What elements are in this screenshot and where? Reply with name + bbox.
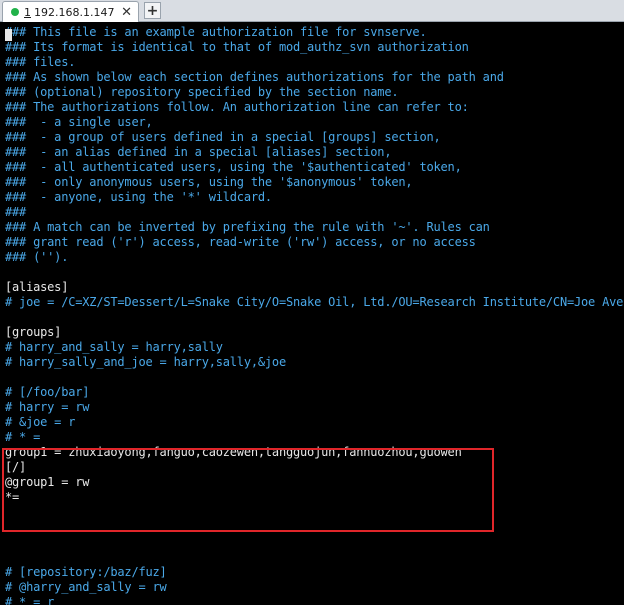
terminal-line: # &joe = r — [5, 415, 76, 429]
close-icon[interactable]: ✕ — [121, 5, 132, 20]
terminal-line: ### Its format is identical to that of m… — [5, 40, 469, 54]
terminal-line: ### A match can be inverted by prefixing… — [5, 220, 490, 234]
terminal-line: ### (''). — [5, 250, 69, 264]
tab-index: 1 — [24, 5, 31, 19]
plus-icon: + — [146, 2, 159, 19]
terminal-line: ### grant read ('r') access, read-write … — [5, 235, 476, 249]
terminal-line: # harry_and_sally = harry,sally — [5, 340, 223, 354]
terminal-line: ### files. — [5, 55, 76, 69]
terminal-line: [aliases] — [5, 280, 69, 294]
connection-status-icon — [11, 8, 19, 16]
terminal-line: ### This file is an example authorizatio… — [5, 25, 427, 39]
terminal-line: # joe = /C=XZ/ST=Dessert/L=Snake City/O=… — [5, 295, 624, 309]
ssh-client-window: 1 192.168.1.147 ✕ + ### This file is an … — [0, 0, 624, 605]
terminal-line: ### - a single user, — [5, 115, 153, 129]
tab-title: 192.168.1.147 — [34, 5, 115, 19]
file-content: ### This file is an example authorizatio… — [5, 25, 623, 605]
terminal-line: ### - anyone, using the '*' wildcard. — [5, 190, 272, 204]
terminal-line: # * = r — [5, 595, 55, 605]
terminal-line: *= — [5, 490, 20, 504]
terminal-line: # * = — [5, 430, 41, 444]
new-tab-button[interactable]: + — [144, 2, 161, 19]
terminal-line: [/] — [5, 460, 27, 474]
terminal-view[interactable]: ### This file is an example authorizatio… — [0, 22, 624, 605]
terminal-line: # [/foo/bar] — [5, 385, 90, 399]
text-cursor — [5, 29, 12, 41]
terminal-line: # @harry_and_sally = rw — [5, 580, 167, 594]
terminal-line: ### - all authenticated users, using the… — [5, 160, 462, 174]
terminal-line: @group1 = rw — [5, 475, 90, 489]
terminal-line: group1 = zhuxiaoyong,fanguo,caozewen,tan… — [5, 445, 462, 459]
terminal-line: ### As shown below each section defines … — [5, 70, 504, 84]
tab-bar: 1 192.168.1.147 ✕ + — [0, 0, 624, 22]
terminal-line: ### — [5, 205, 27, 219]
terminal-line: ### - a group of users defined in a spec… — [5, 130, 441, 144]
terminal-line: # [repository:/baz/fuz] — [5, 565, 167, 579]
terminal-line: ### - only anonymous users, using the '$… — [5, 175, 413, 189]
terminal-line: ### The authorizations follow. An author… — [5, 100, 469, 114]
terminal-line: ### (optional) repository specified by t… — [5, 85, 399, 99]
terminal-line: # harry = rw — [5, 400, 90, 414]
terminal-line: ### - an alias defined in a special [ali… — [5, 145, 392, 159]
terminal-line: # harry_sally_and_joe = harry,sally,&joe — [5, 355, 286, 369]
session-tab[interactable]: 1 192.168.1.147 ✕ — [2, 1, 139, 22]
terminal-line: [groups] — [5, 325, 62, 339]
